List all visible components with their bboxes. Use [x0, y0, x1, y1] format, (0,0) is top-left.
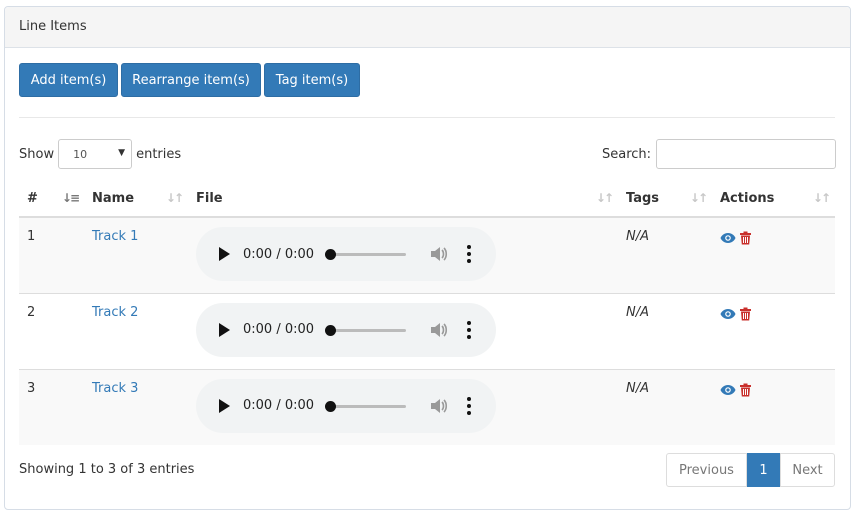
play-icon[interactable]: [219, 322, 230, 337]
seek-handle[interactable]: [325, 249, 336, 260]
search-label: Search:: [602, 146, 652, 162]
tags-value: N/A: [626, 229, 649, 244]
trash-icon[interactable]: [739, 307, 752, 321]
play-icon[interactable]: [219, 247, 230, 261]
table-row: 1 Track 1 0:00 / 0:00 N/A: [19, 217, 835, 293]
column-header-file[interactable]: File ↓↑: [188, 181, 618, 218]
seek-bar[interactable]: [330, 404, 406, 408]
line-items-panel: Line Items Add item(s) Rearrange item(s)…: [4, 6, 851, 510]
column-header-actions[interactable]: Actions ↓↑: [712, 181, 835, 218]
more-vert-icon[interactable]: [467, 245, 471, 263]
trash-icon[interactable]: [739, 383, 752, 397]
show-label: Show: [19, 146, 55, 162]
table-info: Showing 1 to 3 of 3 entries: [19, 462, 195, 477]
entries-length-control: Show 10 ▼ entries: [19, 139, 181, 169]
row-actions: [720, 231, 835, 245]
search-control: Search:: [602, 139, 837, 169]
add-items-button[interactable]: Add item(s): [19, 63, 118, 97]
audio-player[interactable]: 0:00 / 0:00: [196, 227, 496, 281]
audio-time: 0:00 / 0:00: [243, 398, 315, 413]
entries-select[interactable]: 10 ▼: [58, 139, 133, 169]
table-row: 3 Track 3 0:00 / 0:00 N/A: [19, 368, 835, 445]
more-vert-icon[interactable]: [467, 320, 471, 339]
chevron-down-icon: ▼: [118, 148, 126, 158]
seek-bar[interactable]: [330, 253, 406, 256]
pagination-next[interactable]: Next: [780, 453, 835, 487]
volume-icon[interactable]: [428, 396, 448, 416]
column-header-number[interactable]: # ↓≡: [19, 181, 84, 218]
row-actions: [720, 383, 835, 397]
more-vert-icon[interactable]: [467, 396, 471, 415]
entries-select-value: 10: [73, 148, 88, 161]
track-link[interactable]: Track 1: [92, 229, 138, 244]
tags-value: N/A: [626, 304, 649, 320]
sort-icon: ↓↑: [689, 191, 708, 205]
sort-icon: ↓↑: [165, 191, 184, 205]
audio-player[interactable]: 0:00 / 0:00: [196, 302, 496, 357]
play-icon[interactable]: [219, 398, 230, 413]
tags-value: N/A: [626, 380, 649, 396]
volume-icon[interactable]: [428, 244, 448, 264]
track-link[interactable]: Track 2: [92, 305, 138, 320]
eye-icon[interactable]: [720, 232, 736, 244]
sort-icon: ↓↑: [595, 191, 614, 205]
column-header-name[interactable]: Name ↓↑: [84, 181, 188, 218]
row-number: 3: [19, 368, 84, 445]
seek-bar[interactable]: [330, 328, 406, 332]
pagination-previous[interactable]: Previous: [666, 453, 747, 487]
tag-items-button[interactable]: Tag item(s): [264, 63, 360, 97]
pagination: Previous 1 Next: [666, 453, 835, 487]
audio-time: 0:00 / 0:00: [243, 322, 315, 337]
seek-handle[interactable]: [325, 400, 336, 412]
sort-asc-icon: ↓≡: [61, 191, 80, 205]
rearrange-items-button[interactable]: Rearrange item(s): [121, 63, 261, 97]
trash-icon[interactable]: [739, 231, 752, 245]
track-link[interactable]: Track 3: [92, 381, 138, 396]
pagination-page-1[interactable]: 1: [747, 453, 780, 487]
volume-icon[interactable]: [428, 320, 448, 340]
row-number: 2: [19, 292, 84, 369]
table-header-row: # ↓≡ Name ↓↑ File ↓↑ Tags ↓↑ Actions ↓↑: [19, 181, 835, 218]
seek-handle[interactable]: [325, 324, 336, 336]
row-number: 1: [27, 229, 36, 244]
sort-icon: ↓↑: [812, 191, 831, 205]
column-header-tags[interactable]: Tags ↓↑: [618, 181, 712, 218]
divider: [19, 117, 835, 118]
line-items-table: # ↓≡ Name ↓↑ File ↓↑ Tags ↓↑ Actions ↓↑ …: [19, 181, 835, 445]
search-input[interactable]: [656, 139, 837, 169]
table-row: 2 Track 2 0:00 / 0:00 N/A: [19, 292, 835, 369]
row-actions: [720, 307, 835, 321]
entries-label: entries: [136, 146, 182, 162]
eye-icon[interactable]: [720, 384, 736, 396]
audio-time: 0:00 / 0:00: [243, 246, 315, 262]
panel-title: Line Items: [5, 7, 850, 48]
eye-icon[interactable]: [720, 308, 736, 320]
audio-player[interactable]: 0:00 / 0:00: [196, 378, 496, 433]
